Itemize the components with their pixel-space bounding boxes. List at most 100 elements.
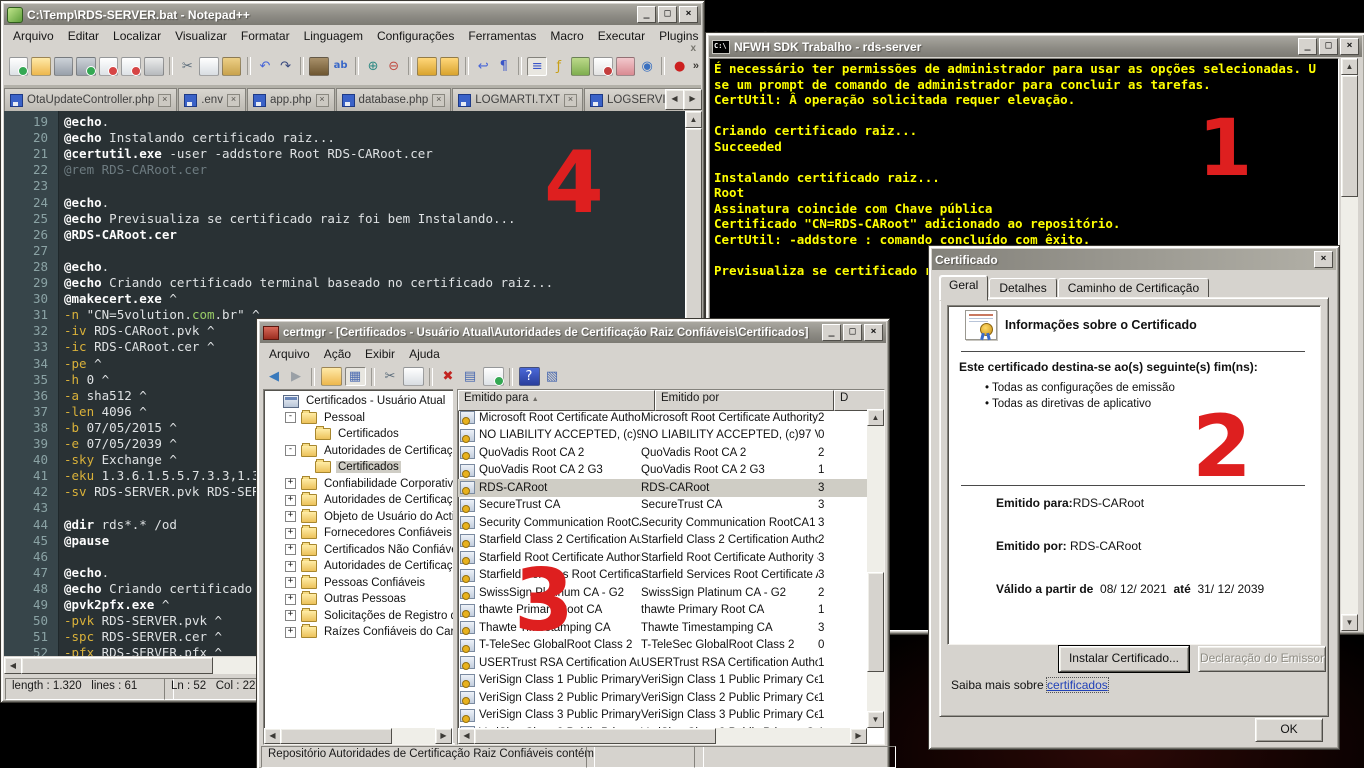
tab-close-icon[interactable]: × <box>564 94 577 107</box>
indent-guide-icon[interactable]: ≡ <box>527 57 547 76</box>
tab-scroll-right-button[interactable]: ▶ <box>683 89 702 110</box>
menu-item-editar[interactable]: Editar <box>61 27 106 45</box>
scroll-down-icon[interactable]: ▼ <box>867 711 884 728</box>
expand-icon[interactable]: + <box>285 528 296 539</box>
tree-item-certificados[interactable]: Certificados <box>267 426 454 443</box>
print-icon[interactable] <box>144 57 164 76</box>
menu-item-arquivo[interactable]: Arquivo <box>262 345 317 363</box>
tree-item-confiabilidade-corporativa[interactable]: +Confiabilidade Corporativa <box>267 476 454 493</box>
cmd-vscrollbar[interactable]: ▲ ▼ <box>1341 58 1358 631</box>
expand-icon[interactable]: + <box>285 610 296 621</box>
tree-item-fornecedores-confi-veis[interactable]: +Fornecedores Confiáveis <box>267 525 454 542</box>
expand-icon[interactable]: + <box>285 544 296 555</box>
tree-item-autoridades-de-certifica-o-rai[interactable]: +Autoridades de Certificação Rai <box>267 558 454 575</box>
maximize-button[interactable]: □ <box>1319 38 1338 55</box>
certificate-row[interactable]: VeriSign Class 3 Public Primary Cer...Ve… <box>458 707 867 725</box>
export-list-icon[interactable] <box>321 367 342 386</box>
tree-hscrollbar[interactable]: ◀ ▶ <box>264 728 452 744</box>
scroll-up-icon[interactable]: ▲ <box>685 111 702 128</box>
word-wrap-icon[interactable]: ↩ <box>474 58 492 75</box>
open-file-icon[interactable] <box>31 57 51 76</box>
install-certificate-button[interactable]: Instalar Certificado... <box>1059 646 1189 672</box>
expand-icon[interactable]: + <box>285 561 296 572</box>
certificate-row[interactable]: USERTrust RSA Certification Auth...USERT… <box>458 654 867 672</box>
list-hscroll-thumb[interactable] <box>474 728 716 744</box>
redo-icon[interactable]: ↷ <box>277 58 295 75</box>
cut-icon[interactable]: ✂ <box>381 368 400 385</box>
copy-icon[interactable] <box>199 57 219 76</box>
save-icon[interactable] <box>54 57 74 76</box>
close-button[interactable]: × <box>1340 38 1359 55</box>
tab-close-icon[interactable]: × <box>316 94 329 107</box>
menu-item-formatar[interactable]: Formatar <box>234 27 297 45</box>
scroll-down-icon[interactable]: ▼ <box>1341 614 1358 631</box>
tree-item-certificados-usu-rio-atual[interactable]: Certificados - Usuário Atual <box>267 393 454 410</box>
scroll-up-icon[interactable]: ▲ <box>867 409 884 426</box>
scroll-right-icon[interactable]: ▶ <box>435 728 452 744</box>
tree-item-pessoas-confi-veis[interactable]: +Pessoas Confiáveis <box>267 575 454 592</box>
close-all-icon[interactable] <box>121 57 141 76</box>
tree-item-outras-pessoas[interactable]: +Outras Pessoas <box>267 591 454 608</box>
record-macro-icon[interactable]: ● <box>671 58 689 75</box>
tree-item-autoridades-de-certifica-o-rai[interactable]: -Autoridades de Certificação Rai <box>267 443 454 460</box>
scroll-left-icon[interactable]: ◀ <box>458 728 475 744</box>
tab-close-icon[interactable]: × <box>432 94 445 107</box>
scroll-left-icon[interactable]: ◀ <box>4 657 22 674</box>
tab-app-php[interactable]: app.php× <box>247 88 335 111</box>
menu-item-localizar[interactable]: Localizar <box>106 27 168 45</box>
close-button[interactable]: × <box>1314 251 1333 268</box>
export-icon[interactable] <box>483 367 504 386</box>
column-header-issued-by[interactable]: Emitido por <box>655 390 834 411</box>
list-vscrollbar[interactable]: ▲ ▼ <box>867 409 884 728</box>
scroll-right-icon[interactable]: ▶ <box>850 728 867 744</box>
list-vscroll-thumb[interactable] <box>867 572 884 672</box>
close-icon[interactable] <box>99 57 119 76</box>
menu-item-ferramentas[interactable]: Ferramentas <box>461 27 543 45</box>
certmgr-titlebar[interactable]: certmgr - [Certificados - Usuário Atual\… <box>260 322 886 343</box>
cmd-titlebar[interactable]: C:\ NFWH SDK Trabalho - rds-server _ □ × <box>709 36 1362 57</box>
tree-item-ra-zes-confi-veis-do-cart-o-int[interactable]: +Raízes Confiáveis do Cartão Int <box>267 624 454 641</box>
certificate-row[interactable]: Starfield Class 2 Certification Auth...S… <box>458 532 867 550</box>
expand-icon[interactable]: + <box>285 511 296 522</box>
minimize-button[interactable]: _ <box>822 324 841 341</box>
column-header-date[interactable]: D <box>834 390 885 411</box>
document-map-icon[interactable] <box>571 57 591 76</box>
zoom-out-icon[interactable]: ⊖ <box>385 58 403 75</box>
certificate-row[interactable]: QuoVadis Root CA 2QuoVadis Root CA 22 <box>458 444 867 462</box>
expand-icon[interactable]: + <box>285 594 296 605</box>
scroll-up-icon[interactable]: ▲ <box>1341 58 1358 75</box>
tab-logmarti-txt[interactable]: LOGMARTI.TXT× <box>452 88 583 111</box>
maximize-button[interactable]: □ <box>843 324 862 341</box>
tab-geral[interactable]: Geral <box>939 275 988 301</box>
tree-item-solicita-es-de-registro-de-certi[interactable]: +Solicitações de Registro de Certi <box>267 608 454 625</box>
issuer-statement-button[interactable]: Declaração do Emissor <box>1198 646 1326 672</box>
list-hscrollbar[interactable]: ◀ ▶ <box>458 728 867 744</box>
certificate-row[interactable]: Security Communication RootCA1Security C… <box>458 514 867 532</box>
certificate-row[interactable]: Microsoft Root Certificate Authori...Mic… <box>458 409 867 427</box>
menu-item-linguagem[interactable]: Linguagem <box>297 27 370 45</box>
certificate-row[interactable]: VeriSign Class 1 Public Primary Cer...Ve… <box>458 672 867 690</box>
cmd-vscroll-thumb[interactable] <box>1341 75 1358 197</box>
close-button[interactable]: × <box>864 324 883 341</box>
save-all-icon[interactable] <box>76 57 96 76</box>
menu-item-visualizar[interactable]: Visualizar <box>168 27 234 45</box>
editor-vscroll-thumb[interactable] <box>685 128 702 340</box>
certificate-row[interactable]: VeriSign Class 2 Public Primary Cer...Ve… <box>458 689 867 707</box>
expand-icon[interactable]: + <box>285 478 296 489</box>
ok-button[interactable]: OK <box>1255 718 1323 742</box>
tree-item-autoridades-de-certifica-o-inte[interactable]: +Autoridades de Certificação Inte <box>267 492 454 509</box>
tree-item-pessoal[interactable]: -Pessoal <box>267 410 454 427</box>
copy-icon[interactable] <box>403 367 424 386</box>
find-icon[interactable] <box>309 57 329 76</box>
column-header-issued-to[interactable]: Emitido para ▲ <box>458 390 655 411</box>
function-list-icon[interactable]: ƒ <box>550 58 568 75</box>
properties-icon[interactable]: ▤ <box>461 368 480 385</box>
replace-icon[interactable]: ab <box>332 58 350 75</box>
tab-close-icon[interactable]: × <box>227 94 240 107</box>
preview-icon[interactable]: ◉ <box>638 58 656 75</box>
collapse-icon[interactable]: - <box>285 445 296 456</box>
expand-icon[interactable]: + <box>285 495 296 506</box>
menu-item-arquivo[interactable]: Arquivo <box>6 27 61 45</box>
maximize-button[interactable]: □ <box>658 6 677 23</box>
tree-item-certificados[interactable]: Certificados <box>267 459 454 476</box>
